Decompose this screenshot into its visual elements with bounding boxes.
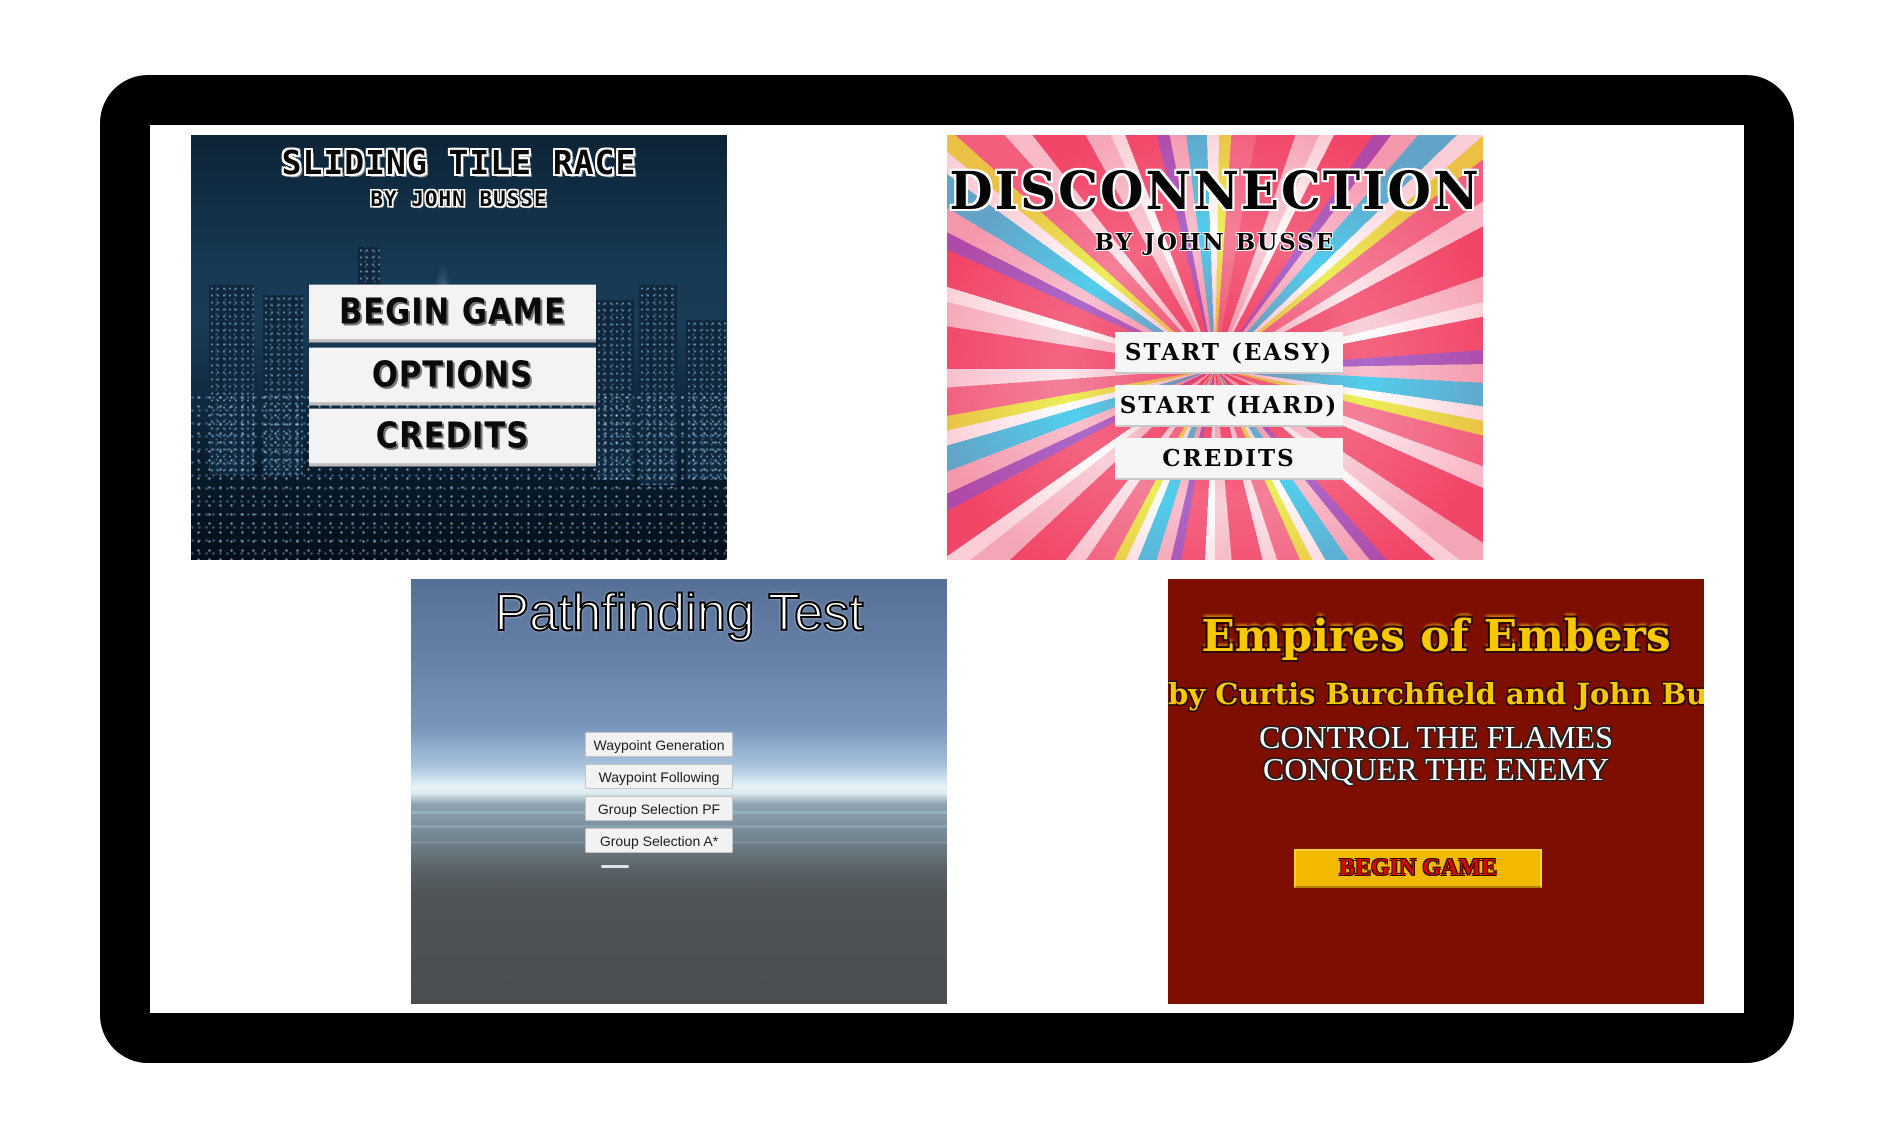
tagline-line-2: CONQUER THE ENEMY: [1262, 751, 1610, 787]
game-author: BY JOHN BUSSE: [370, 187, 548, 211]
waypoint-generation-button[interactable]: Waypoint Generation: [585, 732, 733, 757]
game-title: Empires of Embers: [1201, 611, 1671, 662]
disconnection-menu: DISCONNECTION BY JOHN BUSSE START (EASY)…: [947, 135, 1483, 560]
pathfinding-test-menu: Pathfinding Test Waypoint Generation Way…: [411, 579, 947, 1004]
game-title: Pathfinding Test: [493, 583, 864, 643]
credits-button[interactable]: CREDITS: [1115, 438, 1343, 480]
group-selection-astar-button[interactable]: Group Selection A*: [585, 828, 733, 853]
start-easy-button[interactable]: START (EASY): [1115, 332, 1343, 374]
options-button[interactable]: OPTIONS: [309, 347, 596, 406]
credits-button[interactable]: CREDITS: [309, 408, 596, 467]
empires-of-embers-menu: Empires of Embers by Curtis Burchfield a…: [1168, 579, 1704, 1004]
game-authors: by Curtis Burchfield and John Busse: [1168, 677, 1704, 711]
waypoint-following-button[interactable]: Waypoint Following: [585, 764, 733, 789]
game-title: DISCONNECTION: [949, 159, 1481, 222]
game-title: SLIDING TILE RACE: [281, 143, 637, 182]
begin-game-button[interactable]: BEGIN GAME: [1294, 849, 1542, 888]
sliding-tile-race-menu: SLIDING TILE RACE BY JOHN BUSSE BEGIN GA…: [191, 135, 727, 560]
group-selection-pf-button[interactable]: Group Selection PF: [585, 796, 733, 821]
start-hard-button[interactable]: START (HARD): [1115, 385, 1343, 427]
game-author: BY JOHN BUSSE: [1094, 229, 1336, 256]
water-glint: [601, 865, 629, 868]
begin-game-button[interactable]: BEGIN GAME: [309, 284, 596, 343]
